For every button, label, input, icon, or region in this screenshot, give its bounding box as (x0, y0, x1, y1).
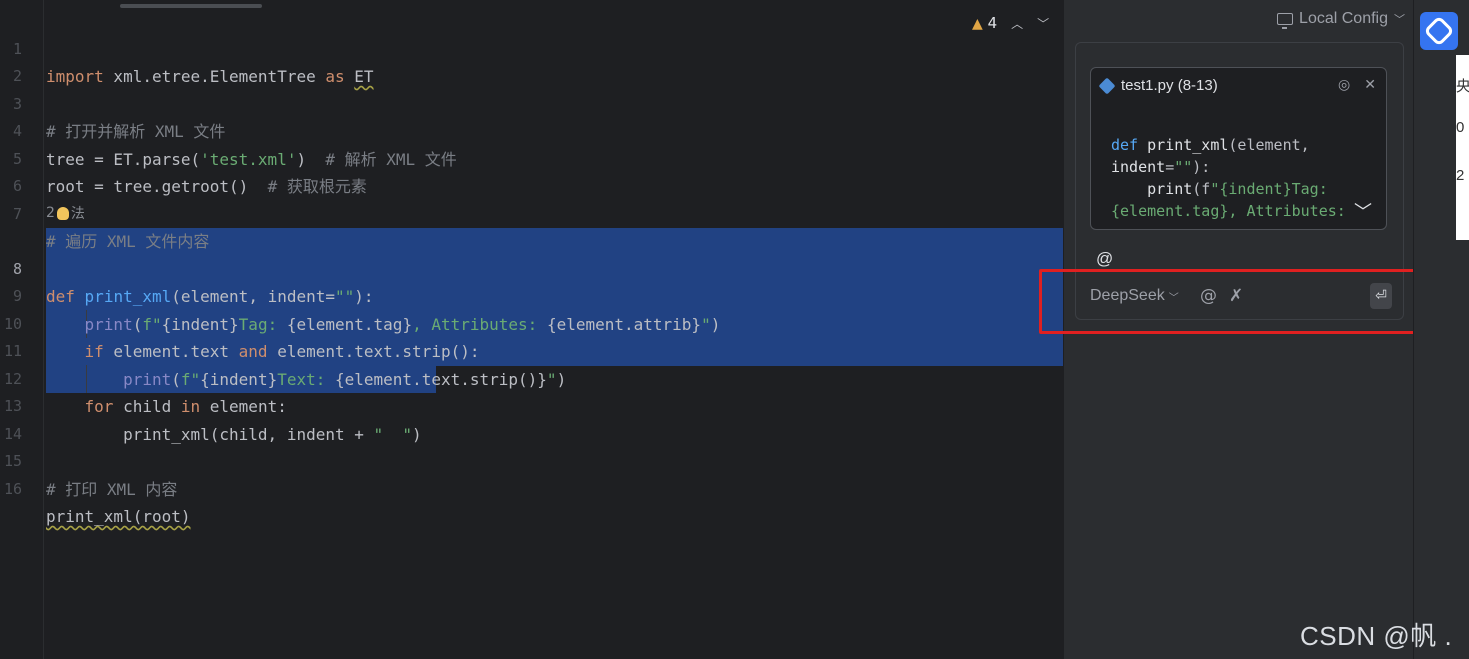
code-line[interactable]: 3 # 打开并解析 XML 文件 (0, 63, 1063, 142)
code-line[interactable]: 16 print_xml(root) (0, 448, 1063, 527)
right-toolbar: 央 0 2 (1413, 0, 1469, 659)
input-text[interactable]: @ (1096, 249, 1113, 269)
code-line[interactable]: 14 (0, 393, 1063, 443)
code-line[interactable]: 2 (0, 36, 1063, 85)
python-file-icon (1098, 77, 1116, 94)
inspection-warnings[interactable]: ▲ 4 (972, 14, 997, 32)
warning-icon: ▲ (972, 16, 983, 32)
line-number: 16 (3, 479, 22, 498)
code-line[interactable]: 4 tree = ET.parse('test.xml') # 解析 XML 文… (0, 91, 1063, 169)
code-line[interactable]: 7 # 遍历 XML 文件内容 (0, 173, 1063, 252)
code-line[interactable]: 1 import xml.etree.ElementTree as ET (0, 8, 1063, 87)
eye-off-icon[interactable]: ◎ (1338, 77, 1350, 93)
code-line[interactable]: 13 print_xml(child, indent + " ") (0, 366, 1063, 444)
code-line[interactable]: 10 if element.text and element.text.stri… (0, 283, 1063, 362)
peek-char: 2 (1456, 167, 1465, 184)
code-line[interactable]: 6 (0, 146, 1063, 195)
code-line[interactable]: 15 # 打印 XML 内容 (0, 421, 1063, 499)
peek-char: 0 (1456, 119, 1465, 136)
code-text: print_xml(root) (46, 507, 191, 526)
context-card-actions: ◎ ✕ (1338, 77, 1376, 93)
local-config-label: Local Config (1299, 10, 1388, 27)
ai-assistant-icon[interactable] (1420, 12, 1458, 50)
usages-hint-count: 2 (46, 205, 55, 221)
background-window-peek: 央 0 2 (1456, 55, 1469, 240)
annotation-highlight-box (1039, 269, 1417, 334)
chevron-up-icon[interactable]: ︿ (1011, 15, 1023, 32)
context-card[interactable]: test1.py (8-13) ◎ ✕ def print_xml(elemen… (1090, 67, 1387, 230)
inspection-widget[interactable]: ▲ 4 ︿ ﹀ (972, 12, 1049, 34)
code-line[interactable]: 5 root = tree.getroot() # 获取根元素 (0, 118, 1063, 197)
code-line[interactable]: 8 def print_xml(element, indent=""): (0, 228, 1063, 307)
usages-hint[interactable]: 2 法 (46, 203, 85, 223)
code-line[interactable]: 12 for child in element: (0, 338, 1063, 417)
context-card-filename: test1.py (8-13) (1121, 77, 1218, 94)
local-config-dropdown[interactable]: Local Config ﹀ (1277, 10, 1405, 29)
chevron-down-icon: ﹀ (1394, 14, 1405, 26)
peek-char: 央 (1456, 78, 1469, 95)
code-editor[interactable]: 1 import xml.etree.ElementTree as ET 2 3… (0, 0, 1063, 659)
monitor-icon (1277, 13, 1294, 29)
lightbulb-icon[interactable] (56, 206, 69, 220)
watermark: CSDN @帆 . (1300, 621, 1453, 651)
context-card-title: test1.py (8-13) (1098, 77, 1218, 94)
usages-hint-label: 法 (70, 206, 85, 222)
code-line[interactable]: 11 print(f"{indent}Text: {element.text.s… (0, 311, 1063, 389)
code-line[interactable]: 9 print(f"{indent}Tag: {element.tag}, At… (0, 256, 1063, 334)
expand-icon[interactable]: ﹀ (1354, 198, 1372, 224)
code-comment: # 打印 XML 内容 (46, 479, 178, 499)
context-card-code: def print_xml(element, indent=""): print… (1111, 136, 1346, 220)
close-icon[interactable]: ✕ (1364, 77, 1376, 93)
line-number: 7 (12, 204, 22, 223)
chevron-down-icon[interactable]: ﹀ (1037, 15, 1049, 32)
inspection-count: 4 (987, 14, 998, 32)
